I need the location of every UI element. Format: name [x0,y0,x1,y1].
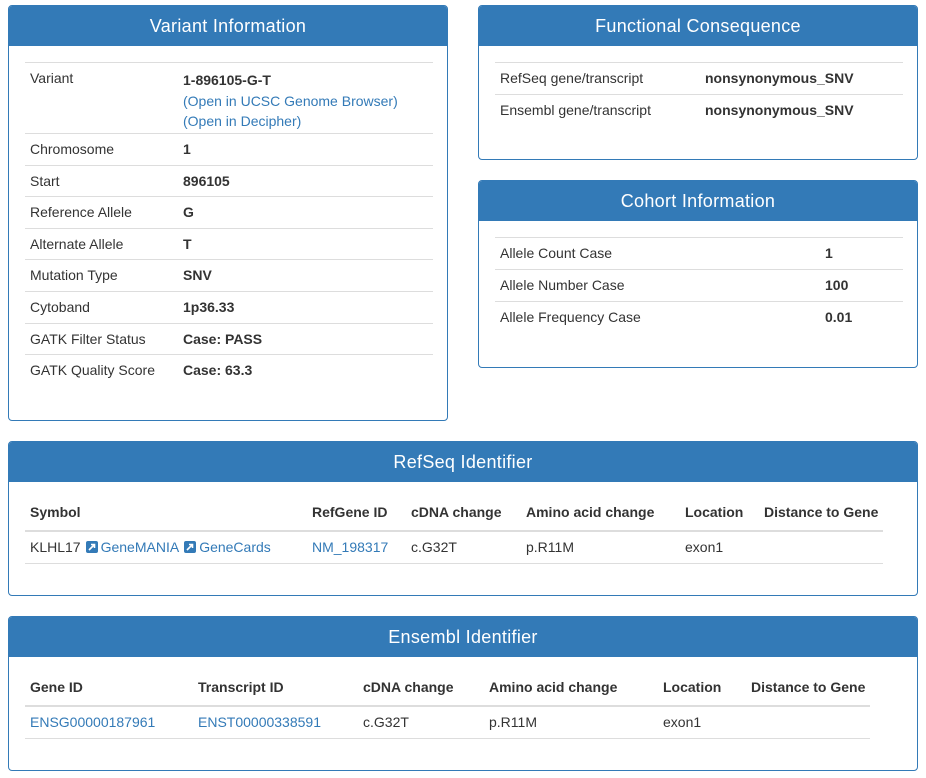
gatk-quality-score-label: GATK Quality Score [25,354,178,387]
table-row: Reference Allele G [25,196,433,229]
chromosome-value: 1 [178,133,433,166]
column-header-symbol: Symbol [25,493,307,532]
table-row: Alternate Allele T [25,227,433,260]
ensembl-identifier-table: Gene ID Transcript ID cDNA change Amino … [25,668,871,739]
genemania-link[interactable]: GeneMANIA [101,539,180,555]
cohort-information-heading: Cohort Information [479,181,917,221]
ensembl-identifier-heading: Ensembl Identifier [9,617,917,657]
external-link-icon [184,541,197,554]
column-header-distance-to-gene: Distance to Gene [759,493,884,532]
distance-to-gene-value [746,706,871,739]
table-row: Chromosome 1 [25,133,433,166]
allele-count-case-value: 1 [820,237,903,270]
functional-consequence-panel: Functional Consequence RefSeq gene/trans… [478,5,918,160]
functional-consequence-body: RefSeq gene/transcript nonsynonymous_SNV … [479,46,917,159]
functional-consequence-heading: Functional Consequence [479,6,917,46]
allele-number-case-label: Allele Number Case [495,269,820,302]
allele-frequency-case-value: 0.01 [820,301,903,334]
ensembl-identifier-body: Gene ID Transcript ID cDNA change Amino … [9,657,917,770]
table-header-row: Gene ID Transcript ID cDNA change Amino … [25,668,871,707]
column-header-cdna-change: cDNA change [358,668,484,707]
column-header-amino-acid-change: Amino acid change [484,668,658,707]
table-header-row: Symbol RefGene ID cDNA change Amino acid… [25,493,884,532]
table-row: RefSeq gene/transcript nonsynonymous_SNV [495,62,903,95]
decipher-link[interactable]: (Open in Decipher) [183,113,301,129]
refseq-identifier-panel: RefSeq Identifier Symbol RefGene ID cDNA… [8,441,918,596]
ensembl-gene-id-link[interactable]: ENSG00000187961 [30,714,155,730]
external-link-icon [85,541,98,554]
mutation-type-value: SNV [178,259,433,292]
table-row: Ensembl gene/transcript nonsynonymous_SNV [495,94,903,127]
variant-information-body: Variant 1-896105-G-T (Open in UCSC Genom… [9,46,447,420]
start-value: 896105 [178,164,433,197]
cohort-information-table: Allele Count Case 1 Allele Number Case 100… [495,237,903,334]
functional-consequence-table: RefSeq gene/transcript nonsynonymous_SNV … [495,62,903,127]
mutation-type-label: Mutation Type [25,259,178,292]
gatk-filter-status-label: GATK Filter Status [25,322,178,355]
allele-count-case-label: Allele Count Case [495,237,820,270]
gatk-filter-status-value: Case: PASS [178,322,433,355]
cdna-change-value: c.G32T [406,531,521,564]
table-row: GATK Filter Status Case: PASS [25,322,433,355]
column-header-distance-to-gene: Distance to Gene [746,668,871,707]
column-header-gene-id: Gene ID [25,668,193,707]
variant-information-heading: Variant Information [9,6,447,46]
table-row: Mutation Type SNV [25,259,433,292]
cdna-change-value: c.G32T [358,706,484,739]
distance-to-gene-value [759,531,884,564]
chromosome-label: Chromosome [25,133,178,166]
variant-information-table: Variant 1-896105-G-T (Open in UCSC Genom… [25,62,433,387]
table-row: Start 896105 [25,164,433,197]
table-row: Cytoband 1p36.33 [25,290,433,324]
gene-symbol: KLHL17 [30,539,81,556]
table-row: Allele Count Case 1 [495,237,903,270]
variant-row: Variant 1-896105-G-T (Open in UCSC Genom… [25,62,433,134]
ensembl-transcript-label: Ensembl gene/transcript [495,94,700,127]
cohort-information-body: Allele Count Case 1 Allele Number Case 100… [479,221,917,367]
ensembl-transcript-value: nonsynonymous_SNV [700,94,903,127]
refseq-identifier-body: Symbol RefGene ID cDNA change Amino acid… [9,482,917,595]
column-header-refgene-id: RefGene ID [307,493,406,532]
location-value: exon1 [680,531,759,564]
amino-acid-change-value: p.R11M [521,531,680,564]
variant-information-panel: Variant Information Variant 1-896105-G-T… [8,5,448,421]
alternate-allele-value: T [178,227,433,260]
column-header-cdna-change: cDNA change [406,493,521,532]
column-header-transcript-id: Transcript ID [193,668,358,707]
variant-id: 1-896105-G-T [183,72,271,88]
cohort-information-panel: Cohort Information Allele Count Case 1 Al… [478,180,918,368]
ensembl-transcript-id-link[interactable]: ENST00000338591 [198,714,321,730]
genecards-link[interactable]: GeneCards [199,539,271,555]
column-header-location: Location [658,668,746,707]
refseq-transcript-value: nonsynonymous_SNV [700,62,903,95]
allele-number-case-value: 100 [820,269,903,302]
column-header-location: Location [680,493,759,532]
refseq-identifier-heading: RefSeq Identifier [9,442,917,482]
table-row: GATK Quality Score Case: 63.3 [25,354,433,387]
cytoband-label: Cytoband [25,290,178,324]
refseq-transcript-label: RefSeq gene/transcript [495,62,700,95]
reference-allele-label: Reference Allele [25,196,178,229]
variant-label: Variant [25,62,178,134]
refseq-identifier-table: Symbol RefGene ID cDNA change Amino acid… [25,493,884,564]
ucsc-genome-browser-link[interactable]: (Open in UCSC Genome Browser) [183,93,398,109]
column-header-amino-acid-change: Amino acid change [521,493,680,532]
table-row: Allele Frequency Case 0.01 [495,301,903,334]
table-row: Allele Number Case 100 [495,269,903,302]
start-label: Start [25,164,178,197]
refgene-id-link[interactable]: NM_198317 [312,539,388,555]
location-value: exon1 [658,706,746,739]
ensembl-identifier-panel: Ensembl Identifier Gene ID Transcript ID… [8,616,918,771]
allele-frequency-case-label: Allele Frequency Case [495,301,820,334]
amino-acid-change-value: p.R11M [484,706,658,739]
table-row: ENSG00000187961 ENST00000338591 c.G32T p… [25,706,871,739]
table-row: KLHL17 GeneMANIA GeneCards NM_198317 c.G32… [25,531,884,564]
cytoband-value: 1p36.33 [178,290,433,324]
gatk-quality-score-value: Case: 63.3 [178,354,433,387]
reference-allele-value: G [178,196,433,229]
alternate-allele-label: Alternate Allele [25,227,178,260]
